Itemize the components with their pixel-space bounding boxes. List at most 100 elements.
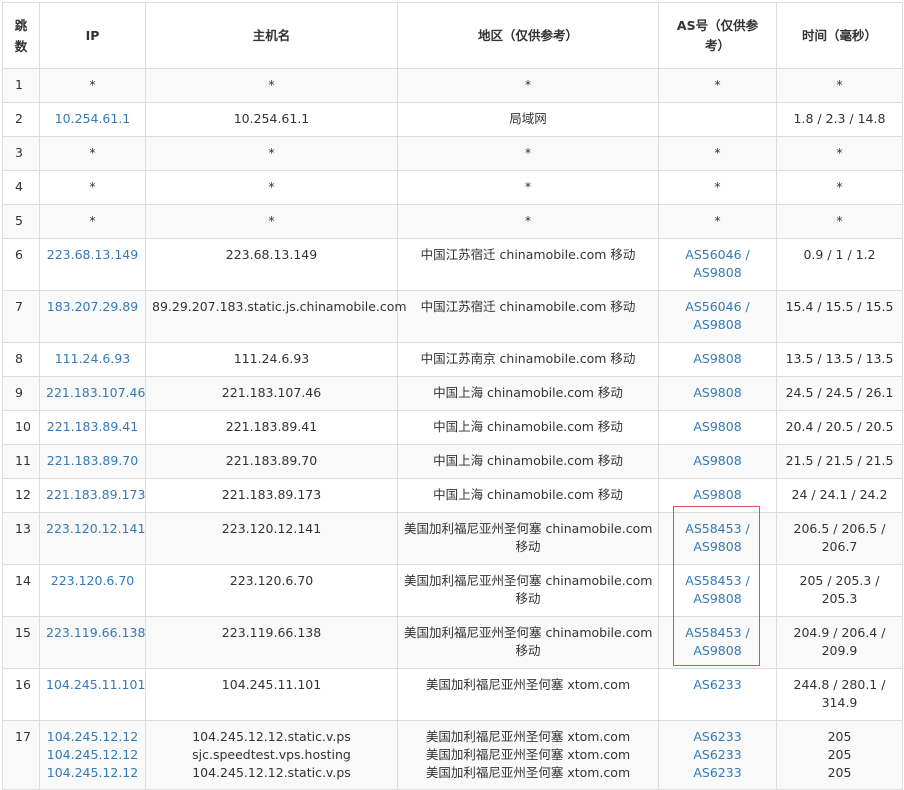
time-cell: 244.8 / 280.1 / 314.9 <box>776 668 903 721</box>
table-row: 13 223.120.12.141 223.120.12.141 美国加利福尼亚州圣何… <box>2 512 903 565</box>
as-cell: AS56046 /AS9808 <box>658 290 777 343</box>
as-cell-text[interactable]: AS9808 <box>665 538 770 556</box>
ip-cell-text[interactable]: 221.183.107.46 <box>46 384 145 402</box>
hostname-cell: 221.183.107.46 <box>145 376 398 411</box>
as-cell-text[interactable]: AS6233 <box>665 676 770 694</box>
region-cell-text: 中国上海 chinamobile.com 移动 <box>433 487 623 502</box>
hostname-cell-text: 221.183.107.46 <box>221 385 322 400</box>
region-cell-text: 美国加利福尼亚州圣何塞 chinamobile.com <box>404 625 653 640</box>
as-cell-text[interactable]: AS6233 <box>665 728 770 746</box>
hostname-cell: 104.245.12.12.static.v.ps sjc.speedtest.v… <box>145 720 398 790</box>
as-cell-text[interactable]: AS9808 <box>665 452 770 470</box>
as-cell-text[interactable]: AS9808 <box>665 486 770 504</box>
ip-cell-text[interactable]: 221.183.89.41 <box>46 418 139 436</box>
as-cell-text[interactable]: AS9808 <box>665 590 770 608</box>
ip-cell: * <box>39 170 146 205</box>
hostname-cell: 223.68.13.149 <box>145 238 398 291</box>
time-cell: 206.5 / 206.5 / 206.7 <box>776 512 903 565</box>
table-row: 2 10.254.61.1 10.254.61.1 局域网 1.8 / 2.3 / 14… <box>2 102 903 137</box>
as-cell-text[interactable]: AS58453 / <box>665 520 770 538</box>
as-cell-text[interactable]: AS9808 <box>665 642 770 660</box>
time-cell: 204.9 / 206.4 / 209.9 <box>776 616 903 669</box>
hop-cell: 4 <box>2 170 40 205</box>
region-cell-text: 移动 <box>515 643 541 658</box>
table-row: 5 * * * * * <box>2 204 903 239</box>
hop-cell: 15 <box>2 616 40 669</box>
ip-cell-text[interactable]: 104.245.12.12 <box>46 764 139 782</box>
hostname-cell-text: 89.29.207.183.static.js.chinamobile.com <box>152 299 407 314</box>
ip-cell-text[interactable]: 223.119.66.138 <box>46 624 145 642</box>
as-cell: * <box>658 170 777 205</box>
header-time-label: 时间（毫秒） <box>801 27 877 43</box>
as-cell-text[interactable]: AS9808 <box>665 264 770 282</box>
region-cell-text: 美国加利福尼亚州圣何塞 xtom.com <box>425 765 631 780</box>
time-cell-text: 24 / 24.1 / 24.2 <box>791 487 888 502</box>
time-cell-text: 1.8 / 2.3 / 14.8 <box>793 111 886 126</box>
time-cell-text: * <box>836 213 843 228</box>
region-cell: 中国上海 chinamobile.com 移动 <box>397 376 659 411</box>
time-cell: * <box>776 68 903 103</box>
region-cell: 中国上海 chinamobile.com 移动 <box>397 478 659 513</box>
ip-cell-text[interactable]: 221.183.89.173 <box>46 486 145 504</box>
ip-cell: * <box>39 204 146 239</box>
ip-cell-text: * <box>89 179 96 194</box>
region-cell: 中国江苏宿迁 chinamobile.com 移动 <box>397 238 659 291</box>
hop-cell: 9 <box>2 376 40 411</box>
as-cell-text[interactable]: AS58453 / <box>665 624 770 642</box>
ip-cell-text[interactable]: 223.68.13.149 <box>46 246 139 264</box>
ip-cell-text[interactable]: 104.245.12.12 <box>46 746 139 764</box>
table-row: 14 223.120.6.70 223.120.6.70 美国加利福尼亚州圣何塞 ch… <box>2 564 903 617</box>
table-row: 16 104.245.11.101 104.245.11.101 美国加利福尼亚州圣何… <box>2 668 903 721</box>
hop-cell: 3 <box>2 136 40 171</box>
ip-cell-text[interactable]: 183.207.29.89 <box>46 298 139 316</box>
hostname-cell-text: 104.245.12.12.static.v.ps <box>192 729 351 744</box>
hop-cell: 11 <box>2 444 40 479</box>
time-cell-text: 205 <box>827 729 852 744</box>
as-cell-text[interactable]: AS9808 <box>665 350 770 368</box>
region-cell-text: 中国上海 chinamobile.com 移动 <box>433 453 623 468</box>
hostname-cell-text: 104.245.12.12.static.v.ps <box>192 765 351 780</box>
ip-cell-text: * <box>89 145 96 160</box>
ip-cell: 223.120.12.141 <box>39 512 146 565</box>
hostname-cell-text: 223.120.6.70 <box>229 573 314 588</box>
ip-cell-text[interactable]: 223.120.12.141 <box>46 520 145 538</box>
time-cell: 205 / 205.3 / 205.3 <box>776 564 903 617</box>
as-cell-text[interactable]: AS56046 / <box>665 246 770 264</box>
hop-cell-text: 14 <box>15 573 31 588</box>
as-cell-text[interactable]: AS6233 <box>665 746 770 764</box>
region-cell-text: 中国上海 chinamobile.com 移动 <box>433 385 623 400</box>
hostname-cell: 89.29.207.183.static.js.chinamobile.com <box>145 290 407 343</box>
as-cell-text[interactable]: AS9808 <box>665 384 770 402</box>
header-host-label: 主机名 <box>252 27 291 43</box>
as-cell-text[interactable]: AS56046 / <box>665 298 770 316</box>
time-cell-text: 205 / 205.3 / <box>799 573 880 588</box>
table-row: 11 221.183.89.70 221.183.89.70 中国上海 chinamo… <box>2 444 903 479</box>
region-cell: 美国加利福尼亚州圣何塞 chinamobile.com 移动 <box>397 564 659 617</box>
ip-cell-text[interactable]: 221.183.89.70 <box>46 452 139 470</box>
as-cell-text[interactable]: AS58453 / <box>665 572 770 590</box>
as-cell-text[interactable]: AS9808 <box>665 316 770 334</box>
ip-cell-text: * <box>89 77 96 92</box>
as-cell-text[interactable]: AS6233 <box>665 764 770 782</box>
time-cell-text: 21.5 / 21.5 / 21.5 <box>785 453 894 468</box>
region-cell-text: 美国加利福尼亚州圣何塞 xtom.com <box>425 677 631 692</box>
ip-cell-text[interactable]: 104.245.12.12 <box>46 728 139 746</box>
as-cell: AS58453 /AS9808 <box>658 616 777 669</box>
hop-cell-text: 6 <box>15 247 23 262</box>
ip-cell-text[interactable]: 111.24.6.93 <box>46 350 139 368</box>
time-cell-text: 205 <box>827 765 852 780</box>
ip-cell-text[interactable]: 104.245.11.101 <box>46 676 145 694</box>
as-cell-text[interactable]: AS9808 <box>665 418 770 436</box>
as-cell: AS56046 /AS9808 <box>658 238 777 291</box>
time-cell-text: * <box>836 179 843 194</box>
header-region: 地区（仅供参考） <box>397 2 659 69</box>
hop-cell-text: 2 <box>15 111 23 126</box>
ip-cell-text[interactable]: 10.254.61.1 <box>46 110 139 128</box>
as-cell: AS9808 <box>658 478 777 513</box>
time-cell-text: 206.7 <box>821 539 858 554</box>
hop-cell-text: 16 <box>15 677 31 692</box>
hostname-cell-text: 221.183.89.41 <box>225 419 318 434</box>
time-cell: * <box>776 204 903 239</box>
ip-cell: 104.245.11.101 <box>39 668 146 721</box>
ip-cell-text[interactable]: 223.120.6.70 <box>46 572 139 590</box>
